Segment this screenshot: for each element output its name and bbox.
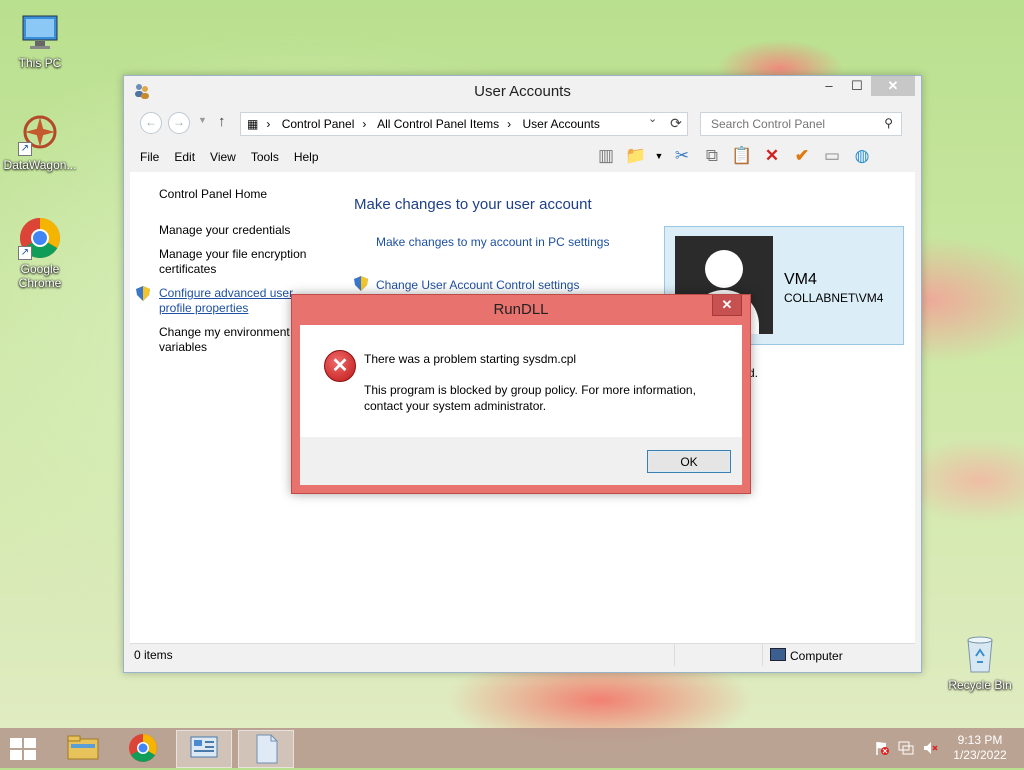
window-titlebar[interactable]: User Accounts – ☐ ✕ bbox=[124, 76, 921, 106]
nav-advanced-profile[interactable]: Configure advanced user profile properti… bbox=[159, 286, 293, 315]
up-button[interactable]: ↑ bbox=[218, 113, 226, 130]
refresh-button[interactable]: ⟳ bbox=[664, 112, 688, 134]
layout-pane-icon[interactable]: ▥ bbox=[594, 144, 618, 168]
taskbar-chrome[interactable] bbox=[116, 730, 170, 766]
windows-logo-icon bbox=[10, 738, 38, 762]
clock[interactable]: 9:13 PM 1/23/2022 bbox=[950, 733, 1010, 763]
address-row: ← → ▼ ↑ ▦ › Control Panel › All Control Pa… bbox=[130, 108, 915, 136]
search-input[interactable] bbox=[709, 116, 873, 132]
forward-button[interactable]: → bbox=[168, 112, 190, 134]
status-location: Computer bbox=[770, 648, 843, 663]
nav-file-encryption[interactable]: Manage your file encryption certificates bbox=[159, 247, 319, 277]
chrome-icon: ↗ bbox=[18, 216, 62, 260]
close-button[interactable]: ✕ bbox=[871, 76, 915, 96]
dialog-footer: OK bbox=[300, 437, 742, 485]
breadcrumb-user-accounts[interactable]: User Accounts bbox=[522, 117, 599, 131]
dialog-body: ✕ There was a problem starting sysdm.cpl… bbox=[300, 325, 742, 437]
start-button[interactable] bbox=[0, 730, 54, 766]
computer-icon bbox=[18, 10, 62, 54]
user-domain: COLLABNET\VM4 bbox=[784, 291, 884, 305]
dialog-title: RunDLL bbox=[493, 301, 549, 318]
uac-shield-icon bbox=[136, 286, 150, 301]
recent-locations-dropdown[interactable]: ▼ bbox=[198, 115, 207, 125]
document-icon bbox=[256, 734, 278, 764]
taskbar-rundll[interactable] bbox=[238, 730, 294, 768]
item-count: 0 items bbox=[134, 648, 173, 662]
computer-icon bbox=[770, 648, 786, 661]
dialog-close-button[interactable]: ✕ bbox=[712, 295, 742, 316]
shortcut-arrow-icon: ↗ bbox=[18, 246, 32, 260]
file-explorer-icon bbox=[67, 735, 99, 760]
menu-edit[interactable]: Edit bbox=[174, 150, 195, 164]
shortcut-arrow-icon: ↗ bbox=[18, 142, 32, 156]
nav-control-panel-home[interactable]: Control Panel Home bbox=[159, 187, 319, 202]
status-location-label: Computer bbox=[790, 649, 843, 663]
breadcrumb-separator-icon: › bbox=[362, 117, 367, 131]
maximize-button[interactable]: ☐ bbox=[843, 76, 871, 96]
volume-muted-icon[interactable] bbox=[922, 740, 938, 756]
desktop-icon-datawagon[interactable]: ↗ DataWagon... bbox=[0, 112, 80, 172]
breadcrumb-all-items[interactable]: All Control Panel Items bbox=[377, 117, 499, 131]
folder-options-icon[interactable]: 📁 bbox=[624, 144, 648, 168]
chrome-icon bbox=[129, 734, 157, 762]
properties-check-icon[interactable]: ✔ bbox=[790, 144, 814, 168]
search-icon[interactable]: ⚲ bbox=[884, 116, 893, 130]
control-panel-icon: ▦ bbox=[247, 117, 259, 131]
desktop-icon-chrome[interactable]: ↗ Google Chrome bbox=[0, 216, 80, 290]
menu-help[interactable]: Help bbox=[294, 150, 319, 164]
globe-icon[interactable]: ◍ bbox=[850, 144, 874, 168]
error-detail: This program is blocked by group policy.… bbox=[364, 383, 696, 413]
breadcrumb-separator-icon: › bbox=[266, 117, 271, 131]
breadcrumb-control-panel[interactable]: Control Panel bbox=[282, 117, 355, 131]
toolbar: ▥ 📁 ▼ ✂ ⧉ 📋 ✕ ✔ ▭ ◍ bbox=[594, 144, 874, 168]
back-button[interactable]: ← bbox=[140, 112, 162, 134]
menu-bar: File Edit View Tools Help bbox=[140, 150, 319, 164]
error-icon: ✕ bbox=[324, 350, 356, 382]
taskbar: 9:13 PM 1/23/2022 bbox=[0, 728, 1024, 768]
menu-tools[interactable]: Tools bbox=[251, 150, 279, 164]
desktop-icon-label: DataWagon... bbox=[3, 158, 77, 172]
rundll-error-dialog: RunDLL ✕ ✕ There was a problem starting … bbox=[291, 294, 751, 494]
desktop-icon-label: This PC bbox=[18, 56, 62, 70]
status-bar: 0 items Computer bbox=[130, 643, 915, 666]
minimize-button[interactable]: – bbox=[815, 76, 843, 96]
desktop-icon-this-pc[interactable]: This PC bbox=[0, 10, 80, 70]
desktop-icon-label: Google Chrome bbox=[18, 262, 62, 290]
link-uac-settings[interactable]: Change User Account Control settings bbox=[376, 278, 579, 292]
control-panel-icon bbox=[190, 736, 218, 758]
address-bar[interactable]: ▦ › Control Panel › All Control Panel Item… bbox=[240, 112, 688, 136]
rename-icon[interactable]: ▭ bbox=[820, 144, 844, 168]
recycle-bin-icon bbox=[958, 632, 1002, 676]
window-title: User Accounts bbox=[474, 83, 571, 100]
clock-date: 1/23/2022 bbox=[953, 748, 1007, 762]
uac-shield-icon bbox=[354, 276, 368, 294]
menu-view[interactable]: View bbox=[210, 150, 236, 164]
copy-icon[interactable]: ⧉ bbox=[700, 144, 724, 168]
network-icon[interactable] bbox=[898, 740, 914, 756]
clock-time: 9:13 PM bbox=[957, 733, 1003, 747]
desktop-icon-recycle-bin[interactable]: Recycle Bin bbox=[940, 632, 1020, 692]
datawagon-icon: ↗ bbox=[18, 112, 62, 156]
breadcrumb: ▦ › Control Panel › All Control Panel Item… bbox=[247, 117, 608, 131]
menu-file[interactable]: File bbox=[140, 150, 159, 164]
search-box[interactable]: ⚲ bbox=[700, 112, 902, 136]
nav-manage-credentials[interactable]: Manage your credentials bbox=[159, 223, 319, 238]
desktop-icon-label: Recycle Bin bbox=[948, 678, 1012, 692]
breadcrumb-separator-icon: › bbox=[507, 117, 512, 131]
delete-icon[interactable]: ✕ bbox=[760, 144, 784, 168]
paste-icon[interactable]: 📋 bbox=[730, 144, 754, 168]
page-title: Make changes to your user account bbox=[354, 196, 592, 213]
action-center-flag-icon[interactable] bbox=[874, 740, 890, 756]
taskbar-control-panel[interactable] bbox=[176, 730, 232, 768]
toolbar-dropdown-icon[interactable]: ▼ bbox=[654, 144, 664, 168]
user-name: VM4 bbox=[784, 271, 817, 288]
cut-icon[interactable]: ✂ bbox=[670, 144, 694, 168]
address-dropdown-icon[interactable]: ⌄ bbox=[648, 112, 657, 125]
link-pc-settings[interactable]: Make changes to my account in PC setting… bbox=[376, 235, 609, 249]
error-message: There was a problem starting sysdm.cpl bbox=[364, 352, 577, 366]
ok-button[interactable]: OK bbox=[647, 450, 731, 473]
taskbar-file-explorer[interactable] bbox=[56, 730, 110, 766]
